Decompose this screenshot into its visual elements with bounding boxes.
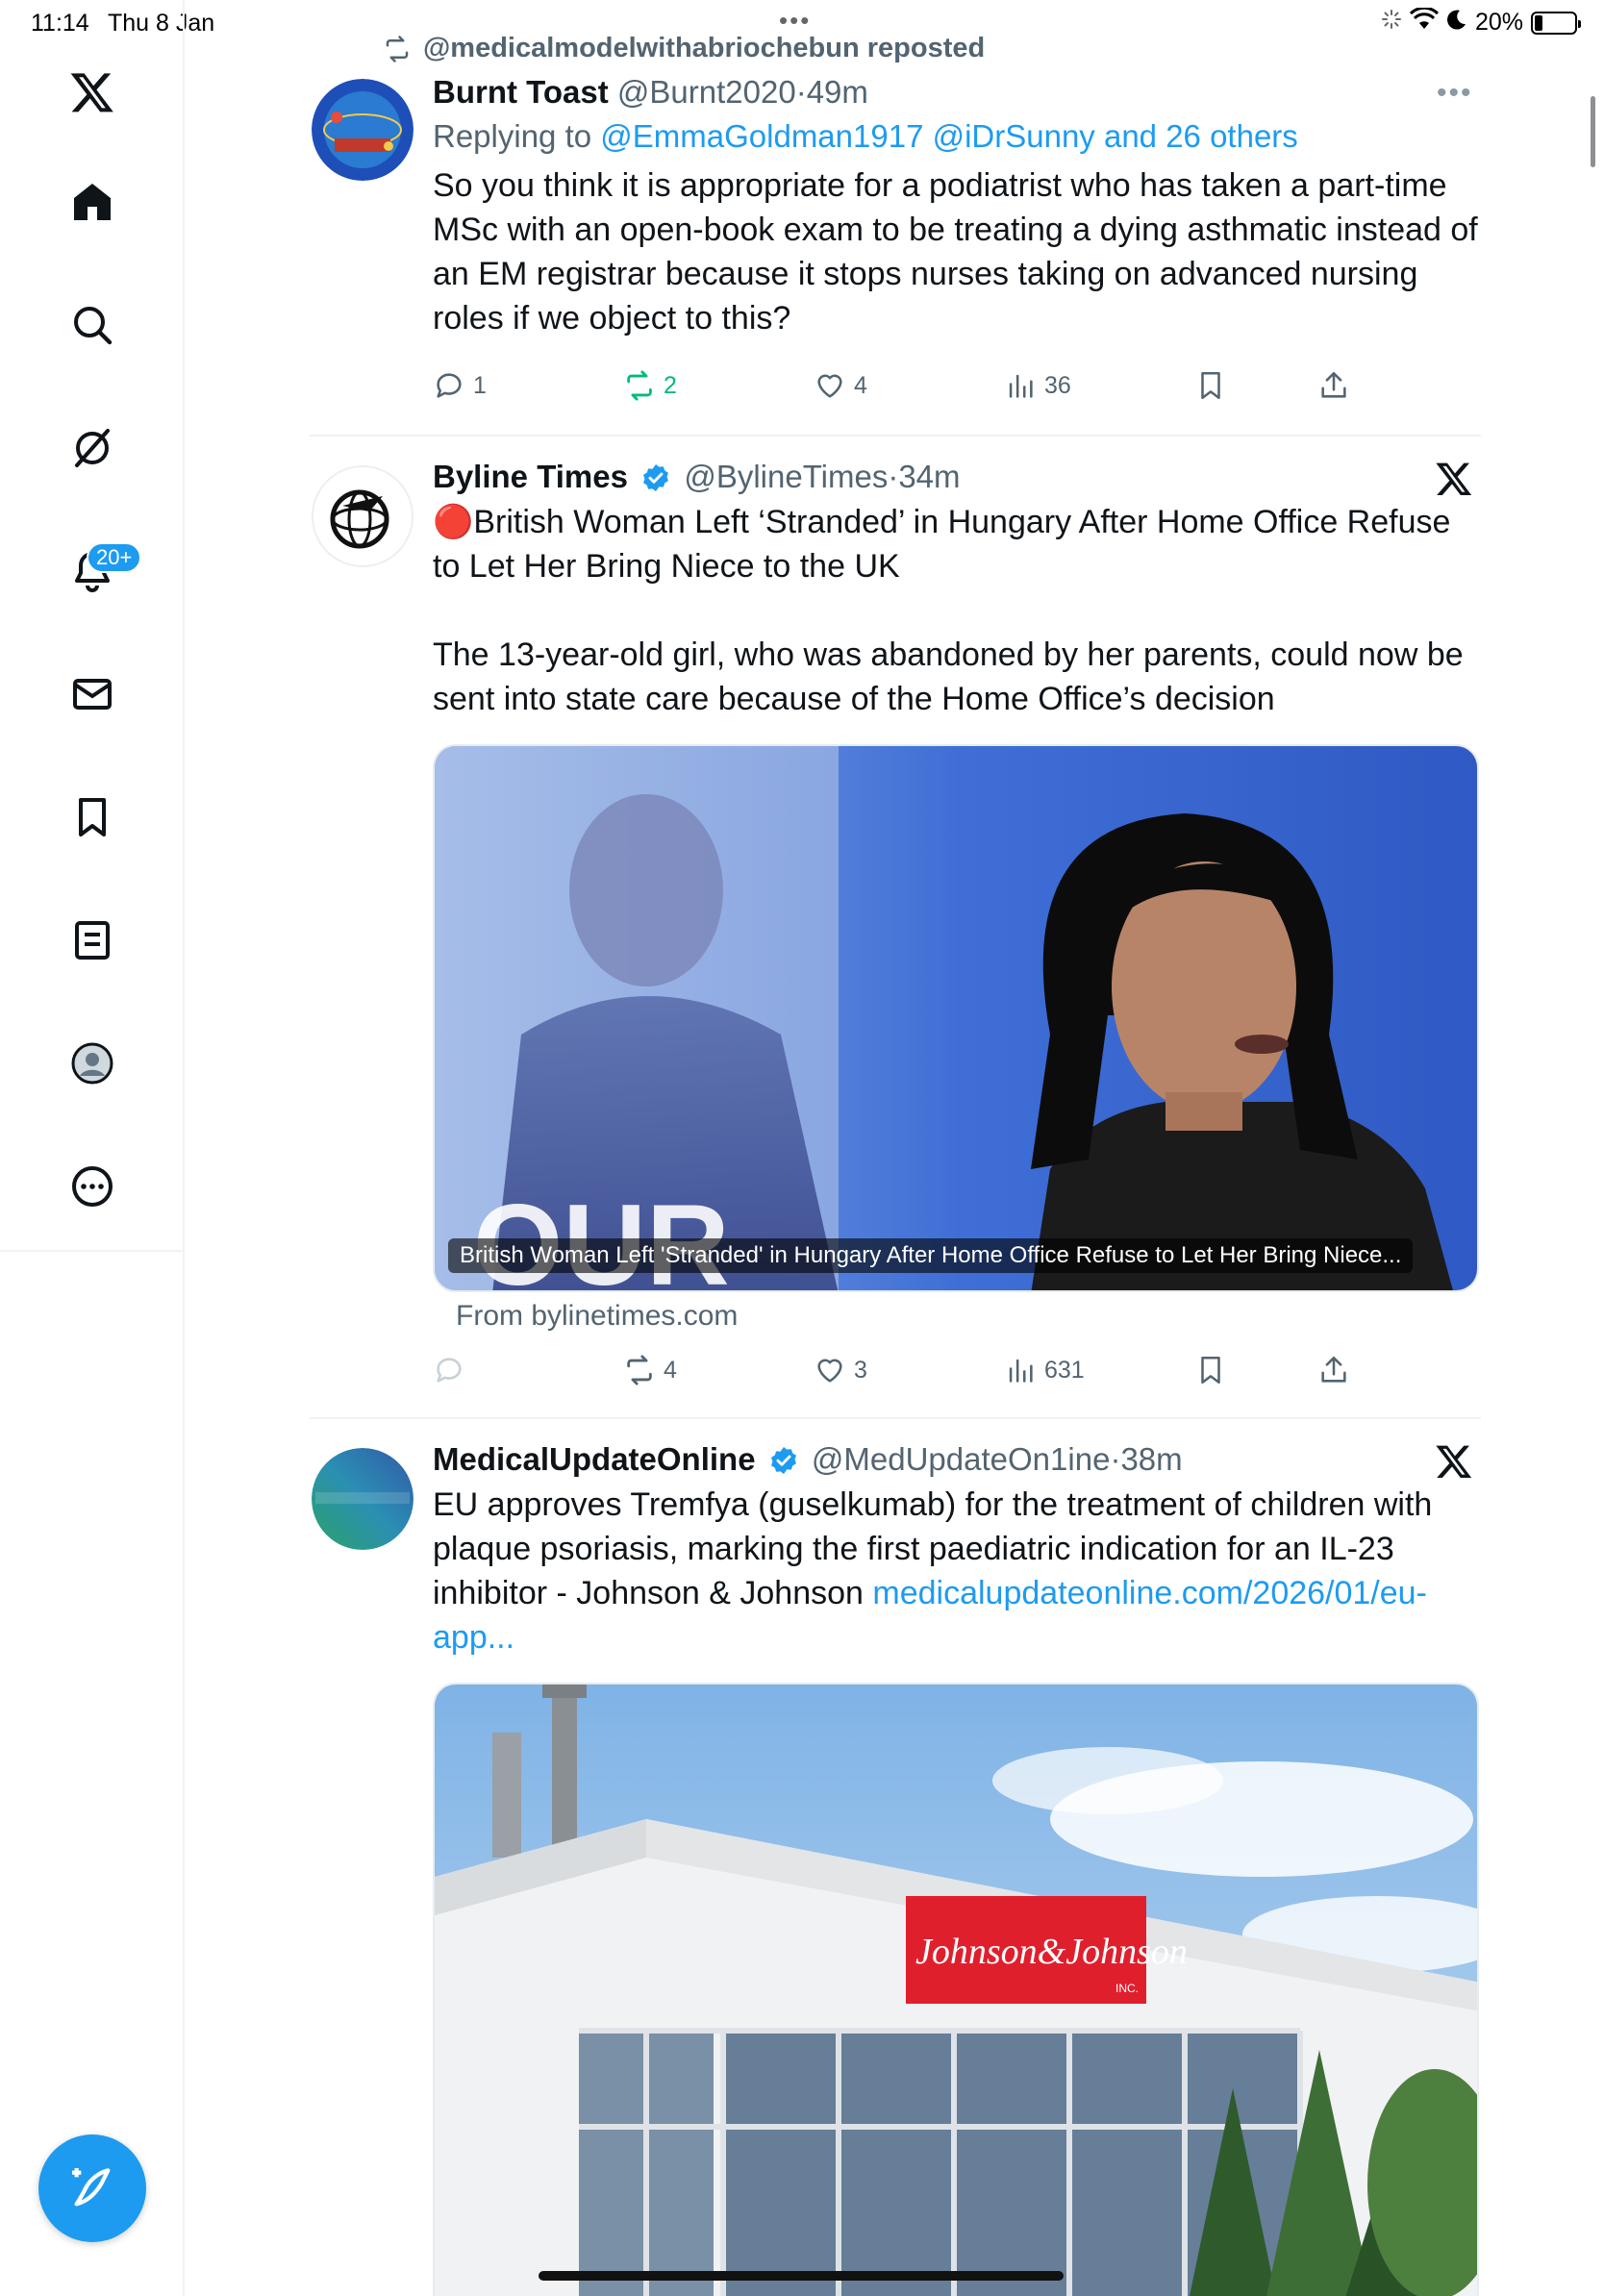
repost-label: @medicalmodelwithabriochebun reposted: [423, 33, 986, 63]
reply-icon: [437, 373, 462, 398]
author-name[interactable]: Byline Times: [433, 459, 628, 494]
building-photo: Johnson&Johnson INC.: [435, 1685, 1477, 2296]
reply-count: 1: [473, 371, 487, 399]
svg-text:OUR: OUR: [473, 1181, 730, 1292]
tweet-actions: 1 2 4 36: [433, 369, 1394, 408]
like-count: 4: [854, 371, 867, 399]
grok-icon[interactable]: [65, 421, 119, 475]
svg-text:Johnson&Johnson: Johnson&Johnson: [915, 1932, 1188, 1972]
avatar[interactable]: [312, 1448, 414, 1550]
repost-icon: [627, 1355, 652, 1385]
tweet-content: Burnt Toast @Burnt2020·49m Replying to @…: [433, 73, 1481, 340]
x-logo-icon[interactable]: [1435, 1442, 1473, 1481]
separator: ·: [1110, 1441, 1121, 1477]
separator: ·: [795, 74, 807, 110]
search-icon[interactable]: [65, 298, 119, 352]
replying-to-users[interactable]: @EmmaGoldman1917 @iDrSunny and 26 others: [600, 118, 1298, 154]
tweet-text: So you think it is appropriate for a pod…: [433, 167, 1478, 337]
timeline-feed[interactable]: @medicalmodelwithabriochebun reposted Bu…: [185, 0, 1604, 2296]
link-card-image[interactable]: OUR British Woman Left 'Stranded' in Hun…: [433, 744, 1479, 1292]
home-icon[interactable]: [65, 175, 119, 229]
tweet-text: 🔴British Woman Left ‘Stranded’ in Hungar…: [433, 500, 1481, 721]
x-logo-icon[interactable]: [65, 65, 119, 119]
bookmark-icon: [1201, 371, 1220, 400]
bookmark-button[interactable]: [1194, 369, 1227, 402]
heart-icon: [817, 374, 842, 398]
author-handle[interactable]: @MedUpdateOn1ine: [812, 1441, 1111, 1477]
post-time[interactable]: 34m: [898, 459, 960, 494]
heart-icon: [817, 1359, 842, 1383]
tweet-divider: [310, 435, 1481, 437]
author-name[interactable]: MedicalUpdateOnline: [433, 1441, 756, 1477]
views-icon: [1009, 1359, 1033, 1383]
repost-button[interactable]: 4: [623, 1354, 677, 1386]
svg-text:INC.: INC.: [1115, 1982, 1139, 1995]
author-handle[interactable]: @Burnt2020: [617, 74, 796, 110]
replying-to-label: Replying to: [433, 118, 601, 154]
card-title-overlay: British Woman Left 'Stranded' in Hungary…: [448, 1238, 1414, 1273]
repost-count: 4: [664, 1356, 677, 1384]
view-count: 36: [1044, 371, 1071, 399]
author-handle[interactable]: @BylineTimes: [684, 459, 888, 494]
x-logo-icon[interactable]: [1435, 460, 1473, 498]
tweet-divider: [310, 1417, 1481, 1419]
bookmark-button[interactable]: [1194, 1354, 1227, 1386]
views-button[interactable]: 36: [1004, 369, 1071, 402]
tweet-text: EU approves Tremfya (guselkumab) for the…: [433, 1483, 1481, 1660]
views-button[interactable]: 631: [1004, 1354, 1085, 1386]
repost-banner: @medicalmodelwithabriochebun reposted: [383, 33, 985, 64]
like-button[interactable]: 3: [814, 1354, 867, 1386]
tweet-content: Byline Times @BylineTimes·34m 🔴British W…: [433, 458, 1481, 721]
avatar[interactable]: [312, 79, 414, 181]
tweet-header: MedicalUpdateOnline @MedUpdateOn1ine·38m: [433, 1440, 1481, 1479]
verified-badge-icon: [770, 1447, 796, 1474]
avatar[interactable]: [312, 465, 414, 567]
more-options-icon[interactable]: •••: [1437, 77, 1473, 110]
replying-to: Replying to @EmmaGoldman1917 @iDrSunny a…: [433, 115, 1481, 158]
views-icon: [1009, 374, 1033, 398]
scrollbar-thumb[interactable]: [1591, 96, 1595, 167]
messages-icon[interactable]: [65, 667, 119, 721]
home-indicator[interactable]: [539, 2271, 1064, 2281]
post-image[interactable]: Johnson&Johnson INC.: [433, 1683, 1479, 2296]
share-button[interactable]: [1317, 1354, 1350, 1386]
repost-icon: [386, 35, 409, 62]
news-photo: OUR: [435, 746, 1477, 1292]
notifications-badge: 20+: [87, 542, 142, 573]
view-count: 631: [1044, 1356, 1085, 1384]
tweet-actions: 4 3 631: [433, 1354, 1394, 1392]
tweet-header: Byline Times @BylineTimes·34m: [433, 458, 1481, 496]
reply-button[interactable]: [433, 1354, 473, 1386]
tweet-text-headline: 🔴British Woman Left ‘Stranded’ in Hungar…: [433, 504, 1451, 585]
lists-icon[interactable]: [65, 913, 119, 967]
repost-button[interactable]: 2: [623, 369, 677, 402]
post-time[interactable]: 49m: [807, 74, 868, 110]
compose-post-button[interactable]: [38, 2134, 146, 2242]
post-time[interactable]: 38m: [1120, 1441, 1182, 1477]
profile-icon[interactable]: [65, 1036, 119, 1090]
repost-icon: [627, 370, 652, 401]
tweet-text-body: The 13-year-old girl, who was abandoned …: [433, 636, 1464, 717]
like-button[interactable]: 4: [814, 369, 867, 402]
sidebar-divider: [0, 1250, 185, 1252]
share-icon: [1321, 371, 1346, 398]
reply-button[interactable]: 1: [433, 369, 487, 402]
bookmarks-icon[interactable]: [65, 790, 119, 844]
more-icon[interactable]: [65, 1160, 119, 1213]
author-name[interactable]: Burnt Toast: [433, 74, 609, 110]
separator: ·: [888, 459, 899, 494]
sidebar: 20+: [0, 0, 185, 2296]
like-count: 3: [854, 1356, 867, 1384]
reply-icon: [437, 1358, 462, 1383]
repost-count: 2: [664, 371, 677, 399]
share-button[interactable]: [1317, 369, 1350, 402]
bookmark-icon: [1201, 1356, 1220, 1385]
tweet-header: Burnt Toast @Burnt2020·49m: [433, 73, 1481, 112]
share-icon: [1321, 1356, 1346, 1383]
compose-post-icon: [72, 2168, 111, 2207]
verified-badge-icon: [643, 464, 669, 491]
tweet-content: MedicalUpdateOnline @MedUpdateOn1ine·38m…: [433, 1440, 1481, 1660]
card-source[interactable]: From bylinetimes.com: [456, 1300, 738, 1333]
